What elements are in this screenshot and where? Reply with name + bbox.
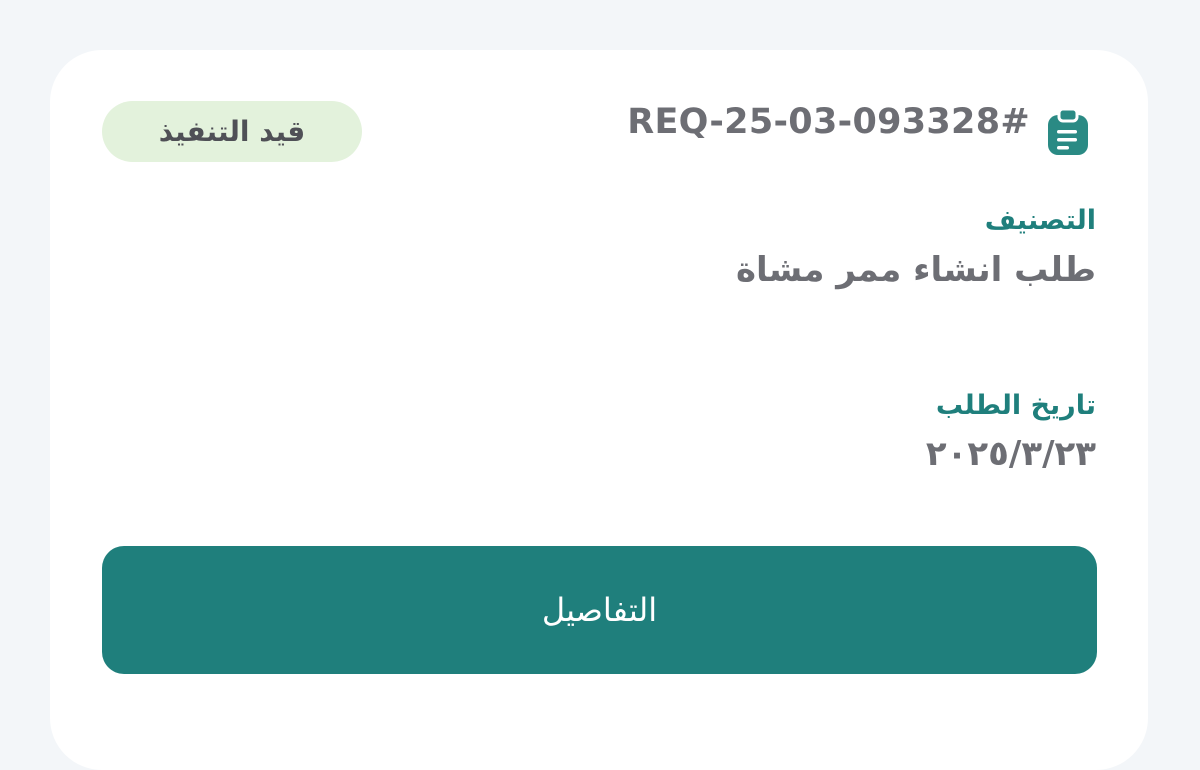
request-date-value: ٢٠٢٥/٣/٢٣ — [925, 434, 1096, 474]
request-card: REQ-25-03-093328# قيد التنفيذ التصنيف طل… — [50, 50, 1148, 770]
category-label: التصنيف — [984, 205, 1096, 236]
details-button[interactable]: التفاصيل — [102, 546, 1097, 674]
category-value: طلب انشاء ممر مشاة — [735, 250, 1096, 290]
request-date-label: تاريخ الطلب — [935, 390, 1096, 421]
status-badge: قيد التنفيذ — [102, 101, 362, 162]
clipboard-icon — [1048, 109, 1088, 155]
request-id: REQ-25-03-093328# — [627, 102, 1030, 142]
